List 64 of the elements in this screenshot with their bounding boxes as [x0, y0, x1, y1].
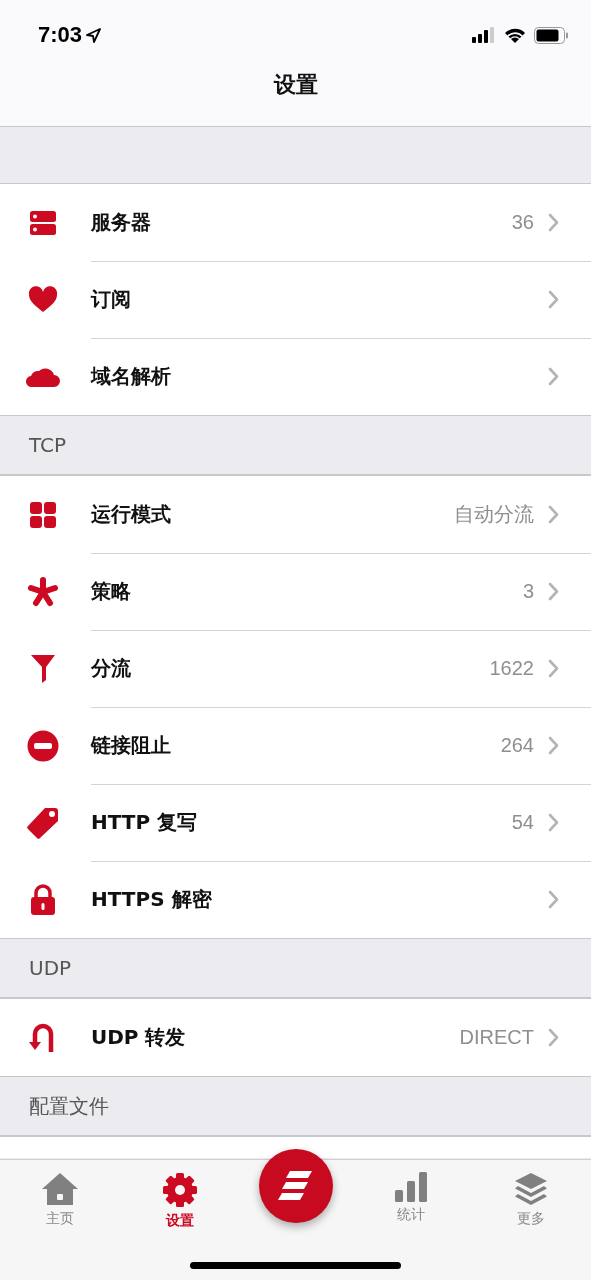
row-title: 运行模式	[91, 501, 172, 528]
row-title: HTTPS 解密	[91, 886, 213, 913]
row-title: 订阅	[91, 286, 132, 313]
chevron-icon	[548, 736, 559, 755]
signal-icon	[472, 27, 496, 43]
tab-item[interactable]: 设置	[120, 1160, 241, 1230]
settings-row[interactable]: 策略 3	[0, 553, 591, 630]
chevron-icon	[548, 367, 559, 386]
filter-icon	[29, 653, 56, 684]
logo-icon	[277, 1171, 314, 1201]
row-value: 264	[500, 734, 534, 757]
settings-row[interactable]: 订阅	[0, 261, 591, 338]
grid-icon	[28, 500, 57, 529]
asterisk-icon	[26, 576, 59, 607]
row-title: HTTP 复写	[91, 809, 199, 836]
row-value: 1622	[489, 657, 534, 680]
settings-row[interactable]: 分流 1622	[0, 630, 591, 707]
heart-icon	[27, 285, 58, 314]
row-title: 链接阻止	[91, 732, 172, 759]
settings-row[interactable]: 域名解析	[0, 338, 591, 415]
lock-icon	[29, 883, 56, 916]
tab-item[interactable]: 更多	[470, 1160, 591, 1228]
settings-row[interactable]: HTTPS 解密	[0, 861, 591, 938]
settings-row[interactable]: 运行模式 自动分流	[0, 476, 591, 553]
row-title: UDP 转发	[91, 1024, 187, 1051]
row-value: 自动分流	[454, 502, 534, 527]
chevron-icon	[548, 813, 559, 832]
row-value: 36	[511, 211, 534, 234]
chevron-icon	[548, 659, 559, 678]
section-header: UDP	[29, 956, 72, 980]
chevron-icon	[548, 1028, 559, 1047]
status-time: 7:03	[38, 22, 83, 48]
chevron-icon	[548, 213, 559, 232]
row-title: 域名解析	[91, 363, 172, 390]
settings-row[interactable]: UDP 转发 DIRECT	[0, 999, 591, 1076]
row-value: 54	[511, 811, 534, 834]
row-title: 策略	[91, 578, 132, 605]
section-header: 配置文件	[29, 1092, 109, 1120]
battery-icon	[534, 26, 569, 44]
settings-row[interactable]: 链接阻止 264	[0, 707, 591, 784]
settings-row[interactable]	[0, 1136, 591, 1158]
page-title: 设置	[273, 71, 318, 99]
row-title: 分流	[91, 655, 132, 682]
chevron-icon	[548, 290, 559, 309]
bar-chart-icon	[393, 1172, 428, 1202]
layers-icon	[513, 1172, 548, 1206]
row-value: 3	[522, 580, 534, 603]
server-icon	[28, 208, 57, 237]
home-icon	[41, 1172, 80, 1206]
cloud-icon	[25, 365, 60, 388]
block-icon	[26, 729, 59, 762]
chevron-icon	[548, 505, 559, 524]
row-value: DIRECT	[459, 1026, 534, 1049]
location-icon	[86, 27, 102, 43]
settings-icon	[162, 1172, 199, 1208]
settings-row[interactable]: 服务器 36	[0, 184, 591, 261]
settings-row[interactable]: HTTP 复写 54	[0, 784, 591, 861]
chevron-icon	[548, 582, 559, 601]
row-title: 服务器	[91, 209, 152, 236]
chevron-icon	[548, 890, 559, 909]
wifi-icon	[504, 27, 526, 43]
action-button[interactable]	[258, 1149, 333, 1223]
tag-icon	[26, 806, 59, 839]
section-header: TCP	[29, 433, 67, 457]
